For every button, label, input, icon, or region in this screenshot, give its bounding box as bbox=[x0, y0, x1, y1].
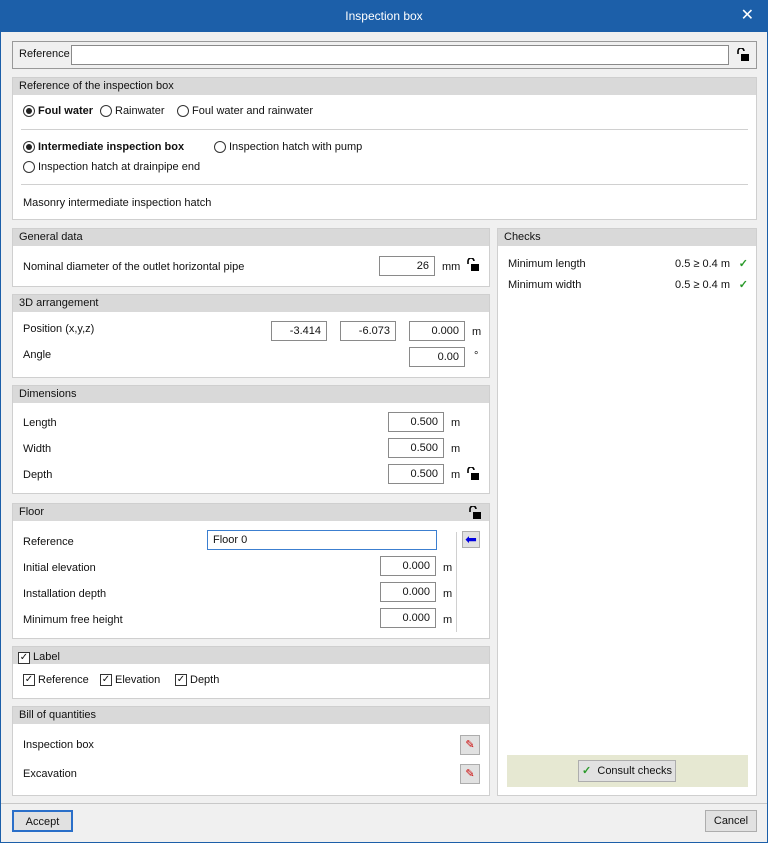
check-ok-icon: ✓ bbox=[738, 258, 748, 270]
check-ok-icon: ✓ bbox=[738, 279, 748, 291]
label-checkbox[interactable]: ✓ Label bbox=[18, 649, 60, 666]
section-header: Bill of quantities bbox=[13, 707, 489, 724]
diameter-label: Nominal diameter of the outlet horizonta… bbox=[23, 261, 245, 273]
title-bar: Inspection box bbox=[0, 0, 768, 32]
unlock-icon[interactable] bbox=[736, 48, 750, 62]
initial-elevation-label: Initial elevation bbox=[23, 562, 96, 574]
unit: ° bbox=[474, 350, 479, 362]
diameter-input[interactable]: 26 bbox=[379, 256, 435, 276]
check-value: 0.5 ≥ 0.4 m bbox=[675, 258, 730, 270]
unit: m bbox=[443, 588, 453, 600]
unit: m bbox=[451, 443, 461, 455]
edit-inspection-box-button[interactable]: ✎ bbox=[460, 735, 480, 755]
check-value: 0.5 ≥ 0.4 m bbox=[675, 279, 730, 291]
section-header: 3D arrangement bbox=[13, 295, 489, 312]
inspection-box-type-panel: Reference of the inspection box Foul wat… bbox=[12, 77, 757, 220]
unit: m bbox=[451, 469, 461, 481]
check-label: Minimum length bbox=[508, 258, 586, 270]
angle-label: Angle bbox=[23, 349, 52, 361]
dimensions-panel: Dimensions Length 0.500 m Width 0.500 m … bbox=[12, 385, 490, 494]
window-title: Inspection box bbox=[345, 9, 423, 23]
radio-foul-water[interactable]: Foul water bbox=[23, 105, 93, 117]
divider bbox=[456, 532, 457, 632]
check-icon: ✓ bbox=[582, 765, 592, 777]
floor-panel: Floor Reference Floor 0 ⬅ Initial elevat… bbox=[12, 503, 490, 639]
radio-intermediate-box[interactable]: Intermediate inspection box bbox=[23, 141, 184, 153]
document-edit-icon: ✎ bbox=[465, 739, 475, 751]
checks-panel: Checks Minimum length 0.5 ≥ 0.4 m ✓ Mini… bbox=[497, 228, 757, 796]
unit: m bbox=[451, 417, 461, 429]
floor-reference-label: Reference bbox=[23, 536, 74, 548]
type-description: Masonry intermediate inspection hatch bbox=[23, 197, 212, 209]
initial-elevation-input[interactable]: 0.000 bbox=[380, 556, 436, 576]
floor-reference-input[interactable]: Floor 0 bbox=[207, 530, 437, 550]
document-edit-icon: ✎ bbox=[465, 768, 475, 780]
min-free-height-label: Minimum free height bbox=[23, 614, 123, 626]
reference-panel: Reference bbox=[12, 41, 757, 69]
close-icon[interactable]: ✕ bbox=[741, 0, 754, 32]
cancel-button[interactable]: Cancel bbox=[705, 810, 757, 832]
position-label: Position (x,y,z) bbox=[23, 323, 95, 335]
unlock-icon[interactable] bbox=[466, 258, 480, 272]
label-elevation-checkbox[interactable]: ✓ Elevation bbox=[100, 674, 160, 686]
3d-arrangement-panel: 3D arrangement Position (x,y,z) -3.414 -… bbox=[12, 294, 490, 378]
width-label: Width bbox=[23, 443, 52, 455]
check-label: Minimum width bbox=[508, 279, 582, 291]
label-panel: ✓ Label ✓ Reference ✓ Elevation ✓ Depth bbox=[12, 646, 490, 699]
edit-excavation-button[interactable]: ✎ bbox=[460, 764, 480, 784]
unlock-icon[interactable] bbox=[466, 467, 480, 481]
section-header: Dimensions bbox=[13, 386, 489, 403]
length-input[interactable]: 0.500 bbox=[388, 412, 444, 432]
section-header: Reference of the inspection box bbox=[13, 78, 756, 95]
section-header: Floor bbox=[13, 504, 489, 521]
section-header: Checks bbox=[498, 229, 756, 246]
general-data-panel: General data Nominal diameter of the out… bbox=[12, 228, 490, 287]
divider bbox=[21, 129, 748, 130]
checks-footer: ✓ Consult checks bbox=[507, 755, 748, 787]
unit: m bbox=[443, 614, 453, 626]
position-x-input[interactable]: -3.414 bbox=[271, 321, 327, 341]
unlock-icon[interactable] bbox=[468, 506, 482, 520]
label-reference-checkbox[interactable]: ✓ Reference bbox=[23, 674, 89, 686]
reference-label: Reference bbox=[19, 48, 70, 60]
depth-label: Depth bbox=[23, 469, 53, 481]
position-z-input[interactable]: 0.000 bbox=[409, 321, 465, 341]
min-free-height-input[interactable]: 0.000 bbox=[380, 608, 436, 628]
bill-row-label: Excavation bbox=[23, 768, 77, 780]
consult-checks-button[interactable]: ✓ Consult checks bbox=[578, 760, 676, 782]
pick-floor-arrow-button[interactable]: ⬅ bbox=[462, 531, 480, 548]
reference-input[interactable] bbox=[71, 45, 729, 65]
accept-button[interactable]: Accept bbox=[12, 810, 73, 832]
radio-hatch-drainpipe-end[interactable]: Inspection hatch at drainpipe end bbox=[23, 161, 200, 173]
divider bbox=[21, 184, 748, 185]
radio-foul-and-rainwater[interactable]: Foul water and rainwater bbox=[177, 105, 313, 117]
radio-rainwater[interactable]: Rainwater bbox=[100, 105, 165, 117]
length-label: Length bbox=[23, 417, 57, 429]
dialog-body: Reference Reference of the inspection bo… bbox=[1, 32, 767, 842]
unit: m bbox=[443, 562, 453, 574]
section-header: General data bbox=[13, 229, 489, 246]
installation-depth-label: Installation depth bbox=[23, 588, 107, 600]
radio-hatch-with-pump[interactable]: Inspection hatch with pump bbox=[214, 141, 362, 153]
divider bbox=[1, 803, 767, 804]
installation-depth-input[interactable]: 0.000 bbox=[380, 582, 436, 602]
section-header: ✓ Label bbox=[13, 647, 489, 664]
angle-input[interactable]: 0.00 bbox=[409, 347, 465, 367]
unit: mm bbox=[442, 261, 461, 273]
depth-input[interactable]: 0.500 bbox=[388, 464, 444, 484]
bill-row-label: Inspection box bbox=[23, 739, 94, 751]
bill-of-quantities-panel: Bill of quantities Inspection box ✎ Exca… bbox=[12, 706, 490, 796]
position-y-input[interactable]: -6.073 bbox=[340, 321, 396, 341]
label-depth-checkbox[interactable]: ✓ Depth bbox=[175, 674, 219, 686]
width-input[interactable]: 0.500 bbox=[388, 438, 444, 458]
unit: m bbox=[472, 326, 482, 338]
